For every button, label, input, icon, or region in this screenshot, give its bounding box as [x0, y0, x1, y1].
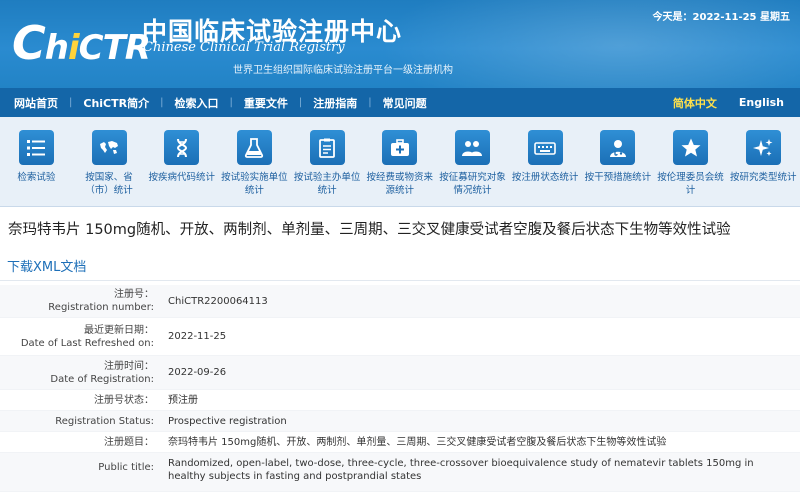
logo-letter-c: C: [12, 16, 46, 70]
icon-label: 按注册状态统计: [511, 172, 579, 183]
last-refreshed-value: 2022-11-25: [168, 331, 227, 342]
doctor-icon: [600, 130, 636, 165]
trial-title: 奈玛特韦片 150mg随机、开放、两制剂、单剂量、三周期、三交叉健康受试者空腹及…: [8, 222, 731, 238]
icon-link-by-study-type[interactable]: 按研究类型统计: [727, 117, 800, 206]
icon-link-by-disease[interactable]: 按疾病代码统计: [145, 117, 218, 206]
lang-english[interactable]: English: [731, 96, 800, 109]
icon-label: 按国家、省（市）统计: [85, 172, 133, 196]
main-nav: 网站首页 | ChiCTR简介 | 检索入口 | 重要文件 | 注册指南 | 常…: [0, 88, 800, 117]
label-en: Date of Last Refreshed on:: [20, 337, 154, 349]
today-date: 今天是：2022-11-25 星期五: [652, 12, 790, 23]
nav-guide[interactable]: 注册指南: [302, 95, 368, 111]
logo-letters-ctr: CTR: [78, 28, 151, 68]
site-title-en: Chinese Clinical Trial Registry: [143, 40, 345, 55]
site-subtitle: 世界卫生组织国际临床试验注册平台一级注册机构: [233, 65, 453, 76]
icon-label: 按疾病代码统计: [148, 172, 215, 183]
site-header: ChiCTR 中国临床试验注册中心 Chinese Clinical Trial…: [0, 0, 800, 88]
divider: [0, 280, 800, 281]
icon-link-by-site[interactable]: 按试验实施单位统计: [218, 117, 291, 206]
registration-date-label: 注册时间： Date of Registration:: [0, 356, 158, 389]
nav-search[interactable]: 检索入口: [163, 95, 229, 111]
title-zh-label: 注册题目：: [104, 436, 154, 448]
icon-label: 按研究类型统计: [729, 172, 797, 183]
chictr-logo[interactable]: ChiCTR: [12, 16, 151, 70]
status-zh-label: 注册号状态：: [94, 394, 154, 406]
statistics-icon-bar: 检索试验 按国家、省（市）统计 按疾病代码统计 按试验实施单位统计 按试验主办单…: [0, 117, 800, 207]
icon-link-by-sponsor[interactable]: 按试验主办单位统计: [291, 117, 364, 206]
icon-label: 按伦理委员会统计: [657, 172, 724, 196]
nav-home[interactable]: 网站首页: [0, 95, 69, 111]
status-en-label: Registration Status:: [55, 415, 154, 427]
label-zh: 最近更新日期：: [84, 324, 154, 336]
status-en-row: Registration Status: Prospective registr…: [0, 411, 800, 432]
icon-link-by-recruiting[interactable]: 按征募研究对象情况统计: [436, 117, 509, 206]
icon-link-by-ethics[interactable]: 按伦理委员会统计: [654, 117, 727, 206]
sparkle-icon: [745, 130, 781, 165]
label-en: Registration number:: [48, 302, 154, 313]
icon-label: 检索试验: [17, 172, 56, 183]
list-icon: [18, 130, 54, 165]
nav-faq[interactable]: 常见问题: [372, 95, 438, 111]
last-refreshed-label: 最近更新日期： Date of Last Refreshed on:: [0, 318, 158, 355]
label-zh: 注册号：: [114, 289, 154, 300]
nav-about[interactable]: ChiCTR简介: [72, 95, 160, 111]
title-zh-row: 注册题目： 奈玛特韦片 150mg随机、开放、两制剂、单剂量、三周期、三交叉健康…: [0, 432, 800, 453]
status-en-value: Prospective registration: [168, 415, 287, 427]
dna-icon: [164, 130, 200, 165]
icon-link-search-trials[interactable]: 检索试验: [0, 117, 73, 206]
registration-number-label: 注册号： Registration number:: [0, 285, 158, 317]
flask-icon: [236, 130, 272, 165]
title-zh-value: 奈玛特韦片 150mg随机、开放、两制剂、单剂量、三周期、三交叉健康受试者空腹及…: [168, 436, 667, 448]
icon-label: 按试验实施单位统计: [221, 172, 288, 196]
label-zh: 注册时间：: [104, 360, 154, 372]
keyboard-icon: [527, 130, 563, 165]
logo-letter-i: i: [67, 28, 80, 68]
registration-date-row: 注册时间： Date of Registration: 2022-09-26: [0, 356, 800, 390]
icon-label: 按经费或物资来源统计: [366, 172, 434, 196]
status-zh-row: 注册号状态： 预注册: [0, 390, 800, 411]
icon-link-by-country[interactable]: 按国家、省（市）统计: [73, 117, 146, 206]
language-switcher: 简体中文 English: [659, 95, 800, 111]
registration-number-value: ChiCTR2200064113: [168, 295, 268, 307]
label-en: Date of Registration:: [50, 373, 154, 385]
lang-chinese[interactable]: 简体中文: [659, 95, 731, 111]
public-title-value: Randomized, open-label, two-dose, three-…: [168, 458, 754, 482]
registration-date-value: 2022-09-26: [168, 367, 227, 378]
star-icon: [673, 130, 709, 165]
icon-link-by-funding[interactable]: 按经费或物资来源统计: [363, 117, 436, 206]
icon-link-by-status[interactable]: 按注册状态统计: [509, 117, 582, 206]
world-map-icon: [91, 130, 127, 165]
clipboard-icon: [309, 130, 345, 165]
public-title-row: Public title: Randomized, open-label, tw…: [0, 453, 800, 492]
last-refreshed-row: 最近更新日期： Date of Last Refreshed on: 2022-…: [0, 318, 800, 356]
medical-kit-icon: [382, 130, 418, 165]
registration-number-row: 注册号： Registration number: ChiCTR22000641…: [0, 285, 800, 318]
icon-label: 按试验主办单位统计: [293, 172, 361, 196]
people-icon: [454, 130, 490, 165]
icon-label: 按征募研究对象情况统计: [439, 172, 506, 196]
icon-label: 按干预措施统计: [584, 172, 652, 183]
trial-details: 注册号： Registration number: ChiCTR22000641…: [0, 285, 800, 492]
status-zh-value: 预注册: [168, 394, 198, 406]
icon-link-by-intervention[interactable]: 按干预措施统计: [582, 117, 655, 206]
download-xml-link[interactable]: 下载XML文档: [7, 256, 86, 275]
nav-documents[interactable]: 重要文件: [233, 95, 299, 111]
public-title-label: Public title:: [98, 462, 154, 473]
logo-letter-h: h: [44, 28, 69, 68]
